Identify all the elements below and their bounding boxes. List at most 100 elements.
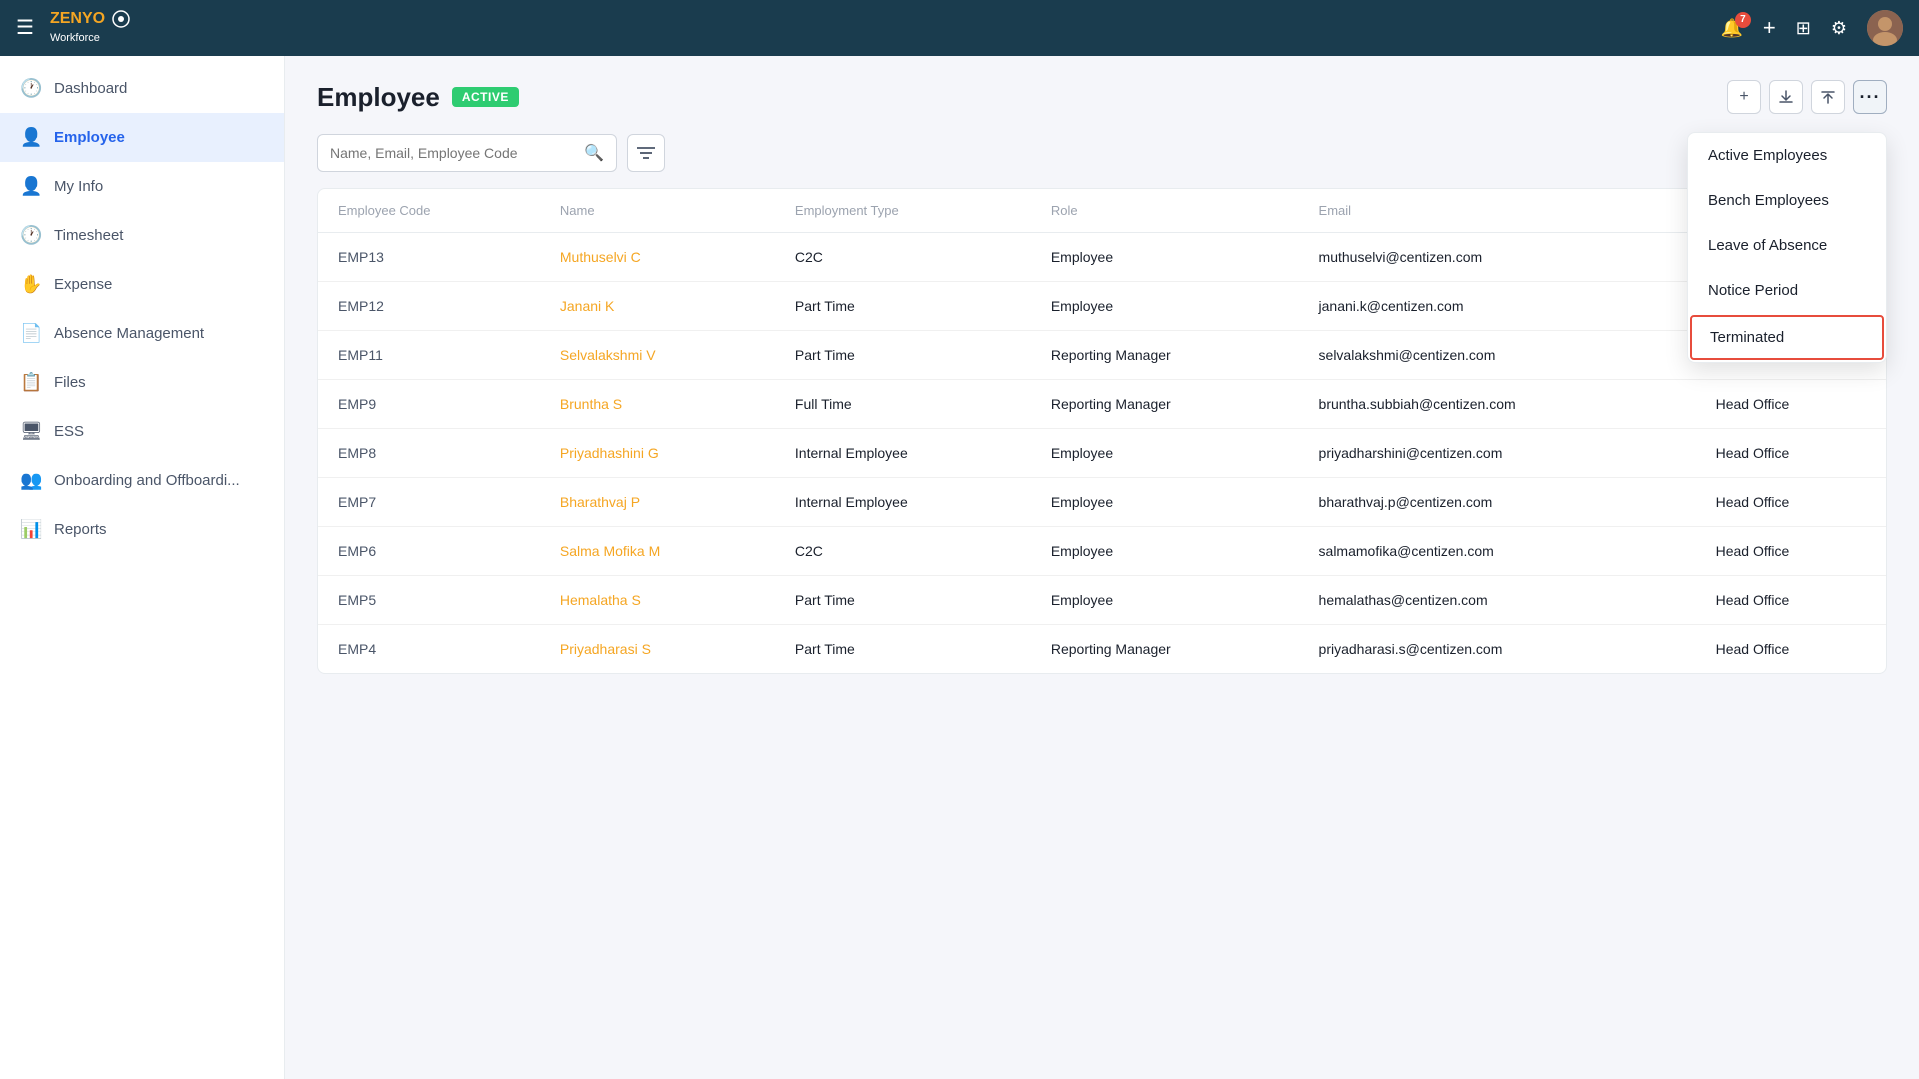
sidebar-label-timesheet: Timesheet [54,227,123,244]
more-options-button[interactable]: ··· [1853,80,1887,114]
emp-name[interactable]: Selvalakshmi V [540,331,775,380]
table-col-email: Email [1299,189,1696,233]
search-input[interactable] [330,145,584,161]
emp-name[interactable]: Priyadharasi S [540,625,775,674]
emp-office: Head Office [1696,527,1886,576]
sidebar-item-expense[interactable]: ✋ Expense [0,260,284,309]
emp-name[interactable]: Janani K [540,282,775,331]
emp-type: Part Time [775,576,1031,625]
emp-type: Internal Employee [775,478,1031,527]
dropdown-item-bench[interactable]: Bench Employees [1688,178,1886,223]
logo: ZENYO Workforce [50,10,130,46]
sidebar-label-onboarding: Onboarding and Offboardi... [54,472,240,489]
page-header-left: Employee ACTIVE [317,82,519,113]
emp-office: Head Office [1696,429,1886,478]
avatar[interactable] [1867,10,1903,46]
table-row[interactable]: EMP7 Bharathvaj P Internal Employee Empl… [318,478,1886,527]
emp-email: bruntha.subbiah@centizen.com [1299,380,1696,429]
table-row[interactable]: EMP13 Muthuselvi C C2C Employee muthusel… [318,233,1886,282]
emp-role: Employee [1031,478,1299,527]
emp-code: EMP12 [318,282,540,331]
logo-accent: ZENYO [50,10,105,27]
notification-icon[interactable]: 🔔 7 [1720,18,1742,39]
dashboard-icon: 🕐 [20,78,42,99]
expense-icon: ✋ [20,274,42,295]
settings-icon[interactable]: ⚙ [1831,18,1847,39]
search-icon: 🔍 [584,143,604,163]
sidebar-item-dashboard[interactable]: 🕐 Dashboard [0,64,284,113]
dropdown-item-active[interactable]: Active Employees [1688,133,1886,178]
search-row: 🔍 [317,134,1887,172]
emp-name[interactable]: Muthuselvi C [540,233,775,282]
table-row[interactable]: EMP8 Priyadhashini G Internal Employee E… [318,429,1886,478]
sidebar-item-employee[interactable]: 👤 Employee [0,113,284,162]
emp-email: priyadharasi.s@centizen.com [1299,625,1696,674]
sidebar-item-timesheet[interactable]: 🕐 Timesheet [0,211,284,260]
emp-email: muthuselvi@centizen.com [1299,233,1696,282]
filter-icon [637,146,655,160]
sidebar-label-absence: Absence Management [54,325,204,342]
table-col-name: Name [540,189,775,233]
sidebar-item-ess[interactable]: 🖥 ESS [0,407,284,456]
sidebar-item-absence[interactable]: 📄 Absence Management [0,309,284,358]
sidebar-label-ess: ESS [54,423,84,440]
emp-code: EMP11 [318,331,540,380]
employee-table: Employee CodeNameEmployment TypeRoleEmai… [318,189,1886,673]
sidebar-label-employee: Employee [54,129,125,146]
emp-office: Head Office [1696,380,1886,429]
add-icon[interactable]: + [1763,15,1776,41]
main-layout: 🕐 Dashboard👤 Employee👤 My Info🕐 Timeshee… [0,56,1919,1079]
table-row[interactable]: EMP9 Bruntha S Full Time Reporting Manag… [318,380,1886,429]
logo-subtext: Workforce [50,32,100,44]
emp-type: Part Time [775,282,1031,331]
emp-email: bharathvaj.p@centizen.com [1299,478,1696,527]
absence-icon: 📄 [20,323,42,344]
emp-name[interactable]: Priyadhashini G [540,429,775,478]
table-header-row: Employee CodeNameEmployment TypeRoleEmai… [318,189,1886,233]
ess-icon: 🖥 [20,421,42,442]
table-col-role: Role [1031,189,1299,233]
dropdown-item-leave[interactable]: Leave of Absence [1688,223,1886,268]
emp-email: janani.k@centizen.com [1299,282,1696,331]
table-row[interactable]: EMP5 Hemalatha S Part Time Employee hema… [318,576,1886,625]
files-icon: 📋 [20,372,42,393]
timesheet-icon: 🕐 [20,225,42,246]
emp-name[interactable]: Salma Mofika M [540,527,775,576]
sidebar-item-reports[interactable]: 📊 Reports [0,505,284,554]
dropdown-item-notice[interactable]: Notice Period [1688,268,1886,313]
sidebar-label-my-info: My Info [54,178,103,195]
export-button[interactable] [1769,80,1803,114]
table-row[interactable]: EMP4 Priyadharasi S Part Time Reporting … [318,625,1886,674]
emp-office: Head Office [1696,576,1886,625]
search-box[interactable]: 🔍 [317,134,617,172]
emp-office: Head Office [1696,625,1886,674]
emp-name[interactable]: Hemalatha S [540,576,775,625]
table-row[interactable]: EMP11 Selvalakshmi V Part Time Reporting… [318,331,1886,380]
emp-name[interactable]: Bruntha S [540,380,775,429]
download-button[interactable] [1811,80,1845,114]
sidebar-item-my-info[interactable]: 👤 My Info [0,162,284,211]
sidebar-item-onboarding[interactable]: 👥 Onboarding and Offboardi... [0,456,284,505]
dropdown-item-terminated[interactable]: Terminated [1690,315,1884,360]
sidebar-label-reports: Reports [54,521,107,538]
sidebar-label-expense: Expense [54,276,112,293]
table-row[interactable]: EMP6 Salma Mofika M C2C Employee salmamo… [318,527,1886,576]
grid-icon[interactable]: ⊞ [1796,18,1811,39]
page-title: Employee [317,82,440,113]
add-button[interactable]: + [1727,80,1761,114]
hamburger-icon[interactable]: ☰ [16,15,34,40]
emp-name[interactable]: Bharathvaj P [540,478,775,527]
sidebar-label-dashboard: Dashboard [54,80,127,97]
filter-button[interactable] [627,134,665,172]
download-icon [1820,89,1836,105]
emp-type: Full Time [775,380,1031,429]
logo-text: ZENYO Workforce [50,10,130,46]
emp-type: C2C [775,527,1031,576]
onboarding-icon: 👥 [20,470,42,491]
emp-type: Part Time [775,625,1031,674]
table-row[interactable]: EMP12 Janani K Part Time Employee janani… [318,282,1886,331]
emp-role: Employee [1031,576,1299,625]
emp-role: Reporting Manager [1031,625,1299,674]
logo-icon [112,10,130,28]
sidebar-item-files[interactable]: 📋 Files [0,358,284,407]
